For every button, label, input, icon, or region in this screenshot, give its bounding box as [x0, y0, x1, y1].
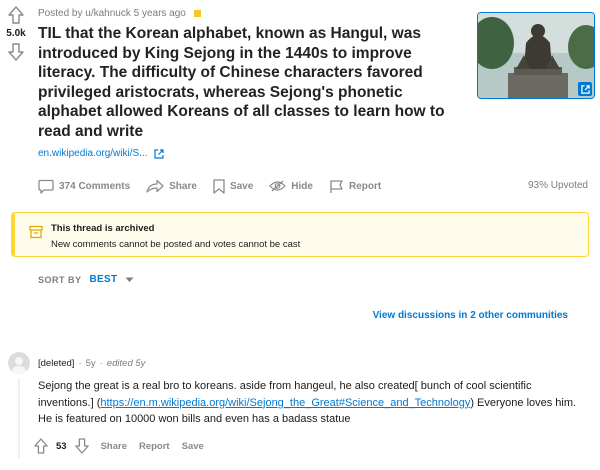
hide-button[interactable]: Hide — [269, 180, 313, 192]
comment-actions: 53 Share Report Save — [34, 438, 204, 454]
save-icon — [213, 178, 225, 194]
sort-label: SORT BY — [38, 274, 82, 285]
comment-edited: edited 5y — [106, 358, 146, 369]
upvote-icon[interactable] — [34, 438, 48, 454]
thread-line[interactable] — [18, 378, 20, 458]
meta-separator: · — [99, 358, 103, 369]
upvote-ratio: 93% Upvoted — [527, 180, 588, 191]
post-thumbnail[interactable] — [477, 12, 595, 99]
comment-icon — [38, 179, 54, 194]
comments-button[interactable]: 374 Comments — [38, 179, 130, 194]
post-actions: 374 Comments Share Save Hide Report — [38, 175, 397, 197]
hide-icon — [269, 180, 287, 192]
post-link-text[interactable]: en.wikipedia.org/wiki/S... — [38, 148, 148, 159]
post-score: 5.0k — [6, 28, 26, 39]
share-label: Share — [169, 180, 197, 192]
meta-separator: · — [78, 358, 82, 369]
downvote-icon[interactable] — [6, 41, 26, 63]
chevron-down-icon[interactable] — [125, 277, 134, 283]
share-button[interactable]: Share — [146, 179, 197, 193]
comment-score: 53 — [56, 440, 67, 452]
post-meta: Posted by u/kahnuck 5 years ago — [38, 6, 438, 20]
comment-link[interactable]: https://en.m.wikipedia.org/wiki/Sejong_t… — [100, 397, 470, 409]
report-button[interactable]: Report — [329, 179, 381, 194]
comment-save-button[interactable]: Save — [182, 441, 204, 452]
avatar[interactable] — [8, 352, 30, 374]
upvote-icon[interactable] — [6, 4, 26, 26]
post-title[interactable]: TIL that the Korean alphabet, known as H… — [38, 24, 448, 141]
archived-subtext: New comments cannot be posted and votes … — [51, 239, 301, 250]
comment-author: [deleted] — [38, 358, 75, 369]
share-icon — [146, 179, 164, 193]
archived-heading: This thread is archived — [51, 223, 155, 234]
post-link[interactable]: en.wikipedia.org/wiki/S... — [38, 148, 438, 159]
archived-notice: This thread is archived New comments can… — [11, 212, 589, 257]
comment-meta: [deleted] · 5y · edited 5y — [38, 358, 145, 369]
sort-dropdown[interactable]: SORT BY BEST — [38, 274, 134, 285]
comment-report-button[interactable]: Report — [139, 441, 170, 452]
comments-label: 374 Comments — [59, 180, 131, 192]
external-link-icon — [153, 148, 164, 159]
hide-label: Hide — [291, 180, 313, 192]
report-icon — [330, 179, 343, 193]
downvote-icon[interactable] — [74, 438, 89, 454]
posted-by[interactable]: Posted by u/kahnuck 5 years ago — [38, 8, 186, 19]
post: Posted by u/kahnuck 5 years ago TIL that… — [38, 6, 445, 160]
save-button[interactable]: Save — [213, 178, 254, 194]
save-label: Save — [229, 180, 254, 192]
archive-icon — [29, 225, 43, 239]
report-label: Report — [348, 180, 382, 192]
comment-share-button[interactable]: Share — [101, 441, 127, 452]
sort-value[interactable]: BEST — [90, 274, 118, 285]
comment-body: Sejong the great is a real bro to korean… — [38, 378, 578, 428]
external-link-icon[interactable] — [578, 82, 592, 96]
award-icon — [193, 9, 201, 17]
comment-age: 5y — [85, 358, 96, 369]
vote-column: 5.0k — [0, 4, 32, 63]
view-other-discussions-link[interactable]: View discussions in 2 other communities — [373, 310, 568, 321]
